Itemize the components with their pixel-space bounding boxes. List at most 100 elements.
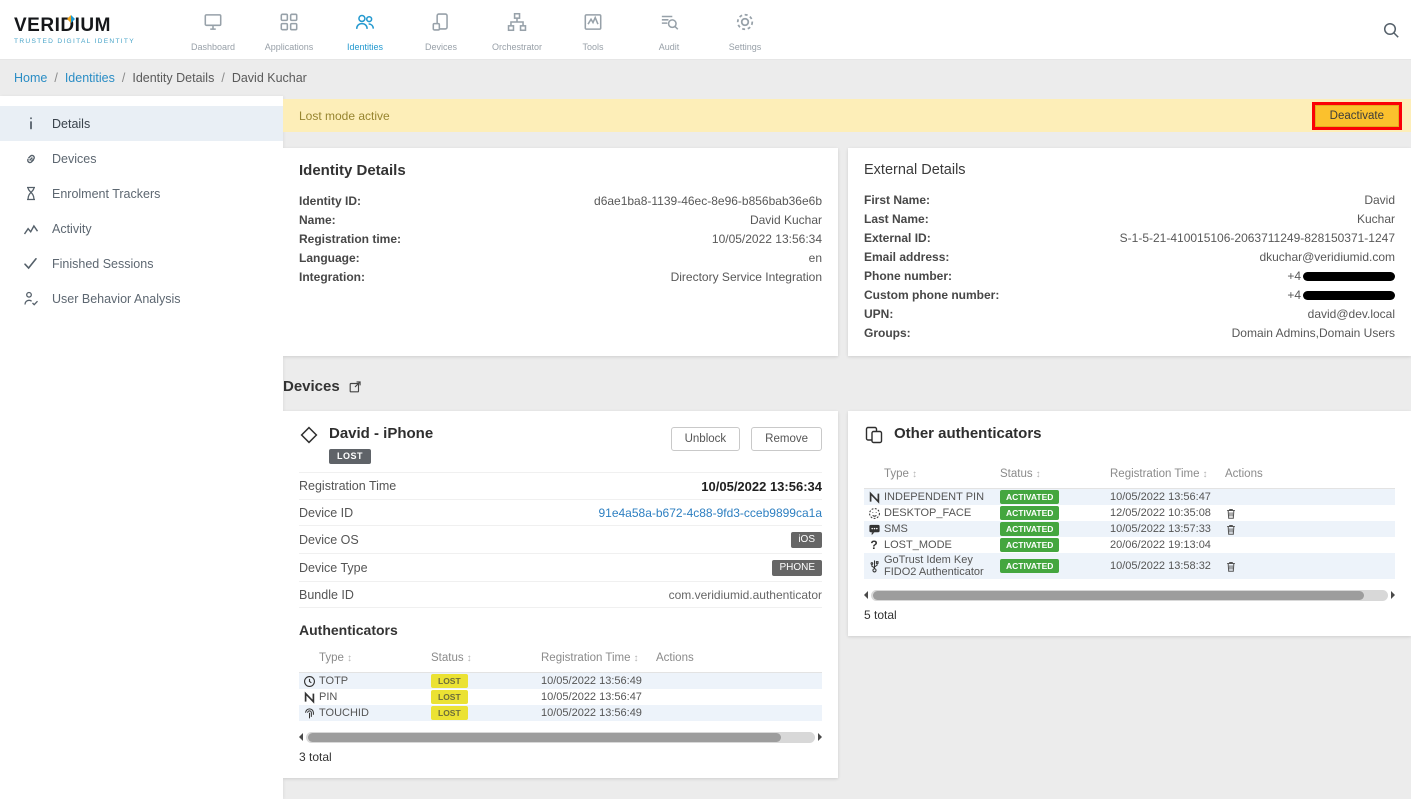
table-row: TOTP LOST 10/05/2022 13:56:49 [299, 673, 822, 689]
field-row: Phone number: +4 [864, 266, 1395, 285]
nav-label: Devices [425, 42, 457, 52]
authenticators-title: Authenticators [299, 622, 822, 638]
applications-icon [278, 11, 300, 38]
horizontal-scrollbar[interactable] [299, 731, 822, 743]
breadcrumb-home[interactable]: Home [14, 71, 47, 85]
scrollbar-thumb[interactable] [308, 733, 781, 742]
table-row: PIN LOST 10/05/2022 13:56:47 [299, 689, 822, 705]
clock-icon [299, 675, 319, 688]
sort-icon: ↕ [1036, 469, 1041, 480]
delete-authenticator-button[interactable] [1225, 523, 1237, 536]
breadcrumb: Home / Identities / Identity Details / D… [0, 60, 1411, 96]
field-label: Registration time: [299, 232, 401, 246]
column-header-type[interactable]: Type↕ [319, 652, 431, 664]
table-row: TOUCHID LOST 10/05/2022 13:56:49 [299, 705, 822, 721]
device-icon [299, 425, 319, 450]
check-icon [22, 257, 39, 270]
devices-section-title: Devices [283, 378, 340, 395]
device-os-badge: iOS [791, 532, 822, 548]
other-authenticators-table-header: Type↕ Status↕ Registration Time↕ Actions [864, 462, 1395, 489]
scroll-right-arrow[interactable] [818, 733, 822, 741]
field-label: UPN: [864, 307, 893, 321]
table-row: INDEPENDENT PIN ACTIVATED 10/05/2022 13:… [864, 489, 1395, 505]
delete-authenticator-button[interactable] [1225, 560, 1237, 573]
nav-item-applications[interactable]: Applications [258, 7, 320, 52]
field-row: Groups:Domain Admins,Domain Users [864, 323, 1395, 342]
scrollbar-track[interactable] [871, 590, 1388, 601]
sidebar-item-details[interactable]: Details [0, 106, 283, 141]
nav-item-dashboard[interactable]: Dashboard [182, 7, 244, 52]
status-badge: ACTIVATED [1000, 490, 1059, 504]
scroll-left-arrow[interactable] [864, 591, 868, 599]
sidebar-item-devices[interactable]: Devices [0, 141, 283, 176]
bundle-id-value: com.veridiumid.authenticator [669, 588, 822, 602]
column-header-status[interactable]: Status↕ [431, 652, 541, 664]
field-value-redacted: +4 [1287, 269, 1395, 283]
dual-device-icon [864, 425, 884, 450]
unblock-button[interactable]: Unblock [671, 427, 741, 451]
column-header-status[interactable]: Status↕ [1000, 468, 1110, 480]
column-header-registration-time[interactable]: Registration Time↕ [1110, 468, 1225, 480]
field-row: First Name:David [864, 190, 1395, 209]
field-row: Custom phone number:+4 [864, 285, 1395, 304]
tools-icon [582, 11, 604, 38]
scrollbar-thumb[interactable] [873, 591, 1364, 600]
remove-button[interactable]: Remove [751, 427, 822, 451]
field-label: Last Name: [864, 212, 929, 226]
device-field-row: Registration Time10/05/2022 13:56:34 [299, 472, 822, 500]
scrollbar-track[interactable] [306, 732, 815, 743]
other-authenticators-card: Other authenticators Type↕ Status↕ Regis… [848, 411, 1411, 636]
nav-item-orchestrator[interactable]: Orchestrator [486, 7, 548, 52]
sort-icon: ↕ [347, 653, 352, 664]
dashboard-icon [202, 11, 224, 38]
annotation-highlight: Deactivate [1312, 102, 1402, 130]
total-count: 5 total [864, 608, 1395, 622]
orchestrator-icon [506, 11, 528, 38]
device-id-link[interactable]: 91e4a58a-b672-4c88-9fd3-cceb9899ca1a [598, 506, 822, 520]
external-link-icon[interactable] [348, 380, 362, 394]
field-value: dkuchar@veridiumid.com [1259, 250, 1395, 264]
horizontal-scrollbar[interactable] [864, 589, 1395, 601]
field-label: Name: [299, 213, 336, 227]
status-badge: LOST [431, 690, 468, 704]
brand-tagline: TRUSTED DIGITAL IDENTITY [14, 38, 154, 45]
column-header-registration-time[interactable]: Registration Time↕ [541, 652, 656, 664]
nav-item-identities[interactable]: Identities [334, 7, 396, 52]
sidebar-item-enrolment-trackers[interactable]: Enrolment Trackers [0, 176, 283, 211]
field-label: Phone number: [864, 269, 952, 283]
nav-item-tools[interactable]: Tools [562, 7, 624, 52]
sms-icon [864, 523, 884, 536]
field-label: Integration: [299, 270, 365, 284]
sidebar-item-user-behavior-analysis[interactable]: User Behavior Analysis [0, 281, 283, 316]
breadcrumb-identities[interactable]: Identities [65, 71, 115, 85]
deactivate-button[interactable]: Deactivate [1315, 105, 1399, 127]
nav-label: Audit [659, 42, 680, 52]
field-row: External ID:S-1-5-21-410015106-206371124… [864, 228, 1395, 247]
search-icon[interactable] [1381, 20, 1401, 45]
device-field-row: Bundle IDcom.veridiumid.authenticator [299, 582, 822, 608]
device-card: David - iPhone LOST Unblock Remove Regis… [283, 411, 838, 778]
nav-item-settings[interactable]: Settings [714, 7, 776, 52]
nav-item-devices[interactable]: Devices [410, 7, 472, 52]
table-row: DESKTOP_FACE ACTIVATED 12/05/2022 10:35:… [864, 505, 1395, 521]
sort-icon: ↕ [633, 653, 638, 664]
scroll-left-arrow[interactable] [299, 733, 303, 741]
authenticators-table-body: TOTP LOST 10/05/2022 13:56:49 PIN LOST 1… [299, 673, 822, 721]
lost-mode-banner-text: Lost mode active [299, 109, 1312, 123]
other-authenticators-title: Other authenticators [894, 425, 1042, 442]
lost-mode-banner: Lost mode active Deactivate [283, 99, 1411, 132]
sidebar-item-activity[interactable]: Activity [0, 211, 283, 246]
veridium-logo: VERIDIUM TRUSTED DIGITAL IDENTITY [14, 15, 154, 45]
status-badge: ACTIVATED [1000, 506, 1059, 520]
sidebar-item-label: Finished Sessions [52, 257, 153, 271]
field-row: Identity ID:d6ae1ba8-1139-46ec-8e96-b856… [299, 191, 822, 210]
nav-item-audit[interactable]: Audit [638, 7, 700, 52]
delete-authenticator-button[interactable] [1225, 507, 1237, 520]
device-status-badge: LOST [329, 449, 371, 464]
sidebar-item-finished-sessions[interactable]: Finished Sessions [0, 246, 283, 281]
scroll-right-arrow[interactable] [1391, 591, 1395, 599]
field-value: en [809, 251, 822, 265]
sidebar-item-label: User Behavior Analysis [52, 292, 181, 306]
column-header-type[interactable]: Type↕ [884, 468, 1000, 480]
identities-icon [354, 11, 376, 38]
